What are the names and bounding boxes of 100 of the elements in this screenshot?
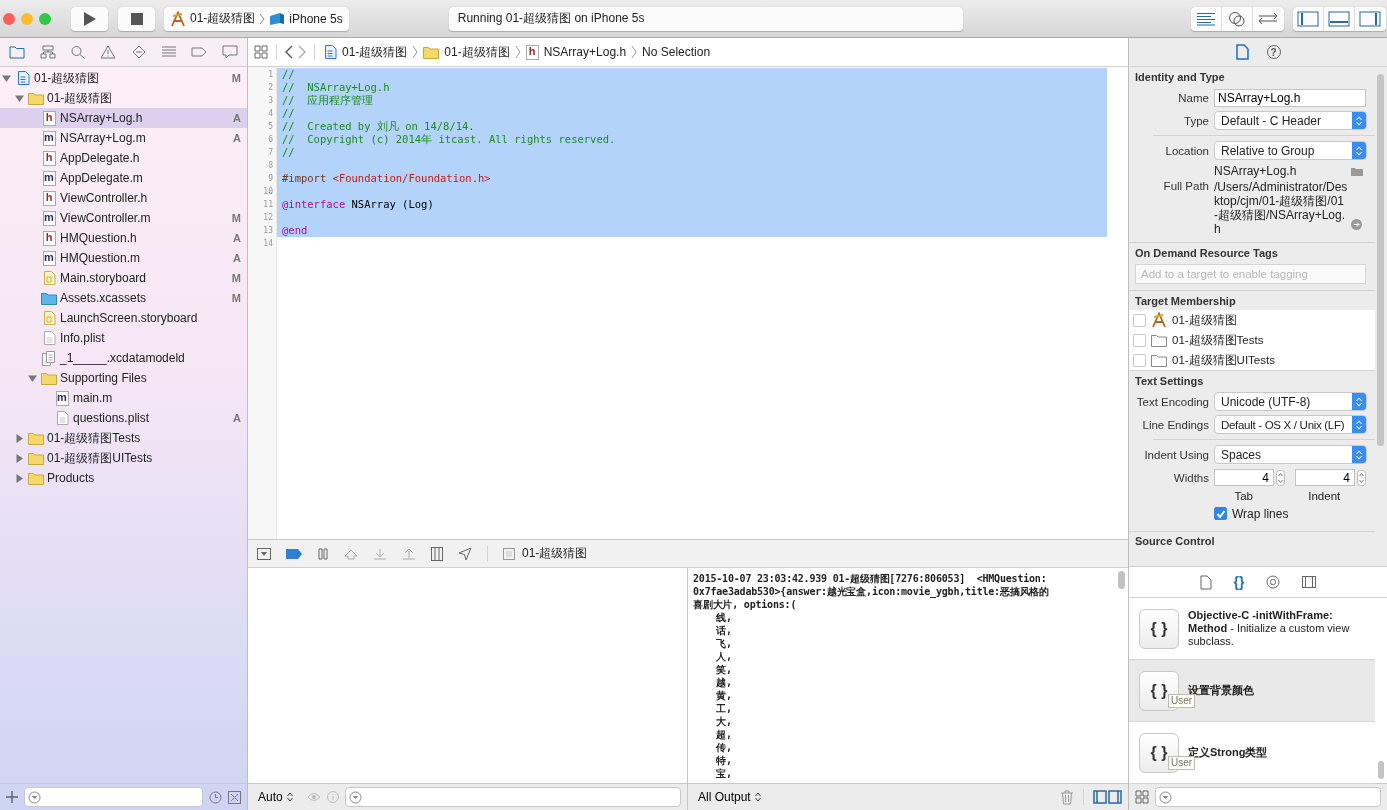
zoom-button[interactable] <box>39 12 51 25</box>
close-button[interactable] <box>3 12 15 25</box>
hierarchy-icon[interactable] <box>39 45 56 59</box>
stepper[interactable] <box>1276 469 1285 486</box>
trash-icon[interactable] <box>1060 789 1074 805</box>
box-x-icon[interactable] <box>228 790 241 804</box>
disclosure-triangle[interactable] <box>27 373 37 383</box>
tag-icon[interactable] <box>191 45 208 59</box>
console-line: 传, <box>715 741 733 754</box>
checkbox[interactable] <box>1133 313 1146 327</box>
file-tree-item[interactable]: Assets.xcassets M <box>0 288 247 308</box>
type-popup[interactable]: Default - C Header <box>1214 111 1367 130</box>
step-into-icon[interactable] <box>373 547 387 560</box>
search-icon[interactable] <box>69 45 86 59</box>
pause-icon[interactable] <box>317 547 329 560</box>
breakpoints-icon[interactable] <box>286 548 302 559</box>
line-number: 10 <box>262 186 274 198</box>
folder-icon[interactable] <box>1351 166 1363 176</box>
hide-debug-area-icon[interactable] <box>257 547 271 560</box>
disclosure-triangle[interactable] <box>14 473 24 483</box>
file-tree-item[interactable]: 01-超级猜图UITests <box>0 448 247 468</box>
indent-width-field[interactable]: 4 <box>1295 469 1355 486</box>
filter-field[interactable] <box>344 787 681 807</box>
breadcrumb[interactable]: No Selection <box>642 45 711 59</box>
file-tree-item[interactable]: 01-超级猜图 <box>0 88 247 108</box>
scroll-thumb[interactable] <box>1378 761 1384 779</box>
diamond-icon[interactable] <box>130 45 147 59</box>
object-library-icon[interactable] <box>1266 575 1281 589</box>
disclosure-triangle[interactable] <box>14 93 24 103</box>
file-tree-item[interactable]: h ViewController.h <box>0 188 247 208</box>
folder-icon[interactable] <box>9 45 26 59</box>
line-endings-popup[interactable]: Default - OS X / Unix (LF) <box>1214 415 1367 434</box>
reveal-arrow-icon[interactable] <box>1351 219 1362 230</box>
file-tree-item[interactable]: h AppDelegate.h <box>0 148 247 168</box>
media-library-icon[interactable] <box>1302 576 1317 588</box>
file-tree-item[interactable]: Products <box>0 468 247 488</box>
grid-icon[interactable] <box>254 45 268 59</box>
location-icon[interactable] <box>458 546 472 561</box>
checkbox[interactable] <box>1133 353 1146 367</box>
scroll-thumb[interactable] <box>1118 571 1125 589</box>
disclosure-triangle[interactable] <box>1 73 11 83</box>
indent-using-popup[interactable]: Spaces <box>1214 445 1367 464</box>
checkbox[interactable] <box>1214 507 1227 520</box>
disclosure-triangle[interactable] <box>14 453 24 463</box>
forward-icon[interactable] <box>298 45 306 59</box>
debug-target[interactable]: 01-超级猜图 <box>522 545 588 562</box>
breadcrumb[interactable]: NSArray+Log.h <box>543 45 627 59</box>
line-number: 14 <box>262 238 274 250</box>
checkbox[interactable] <box>1133 333 1146 347</box>
location-popup[interactable]: Relative to Group <box>1214 141 1367 160</box>
breadcrumb[interactable]: 01-超级猜图 <box>444 43 510 61</box>
encoding-popup[interactable]: Unicode (UTF-8) <box>1214 392 1367 411</box>
file-tree-item[interactable]: LaunchScreen.storyboard <box>0 308 247 328</box>
file-tree-item[interactable]: 01-超级猜图Tests <box>0 428 247 448</box>
chevron-icon <box>412 45 419 59</box>
file-tree-item[interactable]: questions.plist A <box>0 408 247 428</box>
filter-field[interactable] <box>24 787 203 807</box>
step-out-icon[interactable] <box>402 547 416 560</box>
filter-field[interactable] <box>1155 787 1381 807</box>
file-tree-item[interactable]: Supporting Files <box>0 368 247 388</box>
run-button[interactable] <box>71 6 108 31</box>
file-tree-item[interactable]: Main.storyboard M <box>0 268 247 288</box>
file-tree-item[interactable]: h HMQuestion.h A <box>0 228 247 248</box>
file-tree-item[interactable]: m HMQuestion.m A <box>0 248 247 268</box>
speech-bubble-icon[interactable] <box>221 45 238 59</box>
breadcrumb[interactable]: 01-超级猜图 <box>342 43 408 61</box>
clock-icon[interactable] <box>209 790 222 804</box>
updown-icon <box>286 792 293 802</box>
checkbox-label: Wrap lines <box>1232 506 1289 521</box>
file-tree-item[interactable]: _1_____.xcdatamodeld <box>0 348 247 368</box>
disclosure-triangle[interactable] <box>14 433 24 443</box>
console-toggle[interactable] <box>1108 790 1122 804</box>
view-debugger-icon[interactable] <box>431 546 443 561</box>
file-tree-item[interactable]: 01-超级猜图 M <box>0 68 247 88</box>
file-tree-item[interactable]: m ViewController.m M <box>0 208 247 228</box>
name-field[interactable]: NSArray+Log.h <box>1214 88 1366 107</box>
add-icon[interactable] <box>6 791 18 803</box>
file-template-icon[interactable] <box>1199 574 1212 590</box>
step-over-icon[interactable] <box>344 547 358 560</box>
eye-icon[interactable] <box>306 792 321 802</box>
file-tree-item[interactable]: m NSArray+Log.m A <box>0 128 247 148</box>
file-tree-item[interactable]: m main.m <box>0 388 247 408</box>
code-snippet-tab[interactable]: {} <box>1233 574 1245 590</box>
file-inspector-icon[interactable] <box>1235 44 1249 60</box>
scroll-thumb[interactable] <box>1377 74 1384 446</box>
tab-width-field[interactable]: 4 <box>1214 469 1274 486</box>
output-selector[interactable]: All Output <box>698 790 761 804</box>
variables-view-toggle[interactable] <box>1093 790 1107 804</box>
back-icon[interactable] <box>285 45 293 59</box>
file-tree-item[interactable]: Info.plist <box>0 328 247 348</box>
warning-icon[interactable] <box>100 45 117 59</box>
scope-selector[interactable]: Auto <box>258 790 293 804</box>
scheme-selector[interactable]: 01-超级猜图 iPhone 5s <box>164 6 349 31</box>
stop-button[interactable] <box>118 6 155 31</box>
file-tree-item[interactable]: m AppDelegate.m <box>0 168 247 188</box>
list-icon[interactable] <box>161 45 178 59</box>
grid-icon[interactable] <box>1135 790 1149 804</box>
folder-icon <box>1151 353 1167 367</box>
stepper[interactable] <box>1357 469 1366 486</box>
file-tree-item[interactable]: h NSArray+Log.h A <box>0 108 247 128</box>
